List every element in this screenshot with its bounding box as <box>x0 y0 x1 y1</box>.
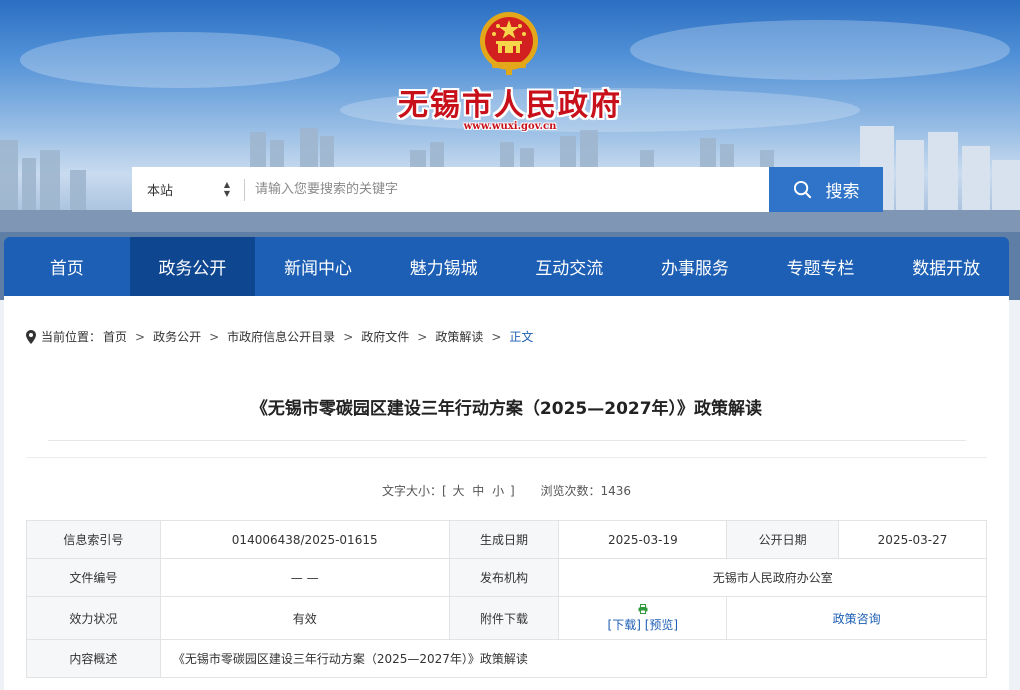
table-row: 内容概述 《无锡市零碳园区建设三年行动方案（2025—2027年）》政策解读 <box>26 639 988 678</box>
font-size-large[interactable]: 大 <box>452 484 464 498</box>
issuer-label: 发布机构 <box>448 558 560 597</box>
breadcrumb-current: 正文 <box>509 330 534 344</box>
issuer-value: 无锡市人民政府办公室 <box>558 558 987 597</box>
breadcrumb-policy-interpretation[interactable]: 政策解读 <box>435 328 483 345</box>
chevron-right-icon: > <box>491 329 502 344</box>
main-content: 当前位置： 首页 > 政务公开 > 市政府信息公开目录 > 政府文件 > 政策解… <box>4 296 1009 690</box>
nav-item-gov-affairs[interactable]: 政务公开 <box>129 237 256 296</box>
search-button-label: 搜索 <box>825 182 860 202</box>
divider <box>26 457 987 458</box>
preview-link[interactable]: [预览] <box>645 618 678 632</box>
attachment-label: 附件下载 <box>448 596 560 640</box>
main-nav: 首页 政务公开 新闻中心 魅力锡城 互动交流 办事服务 专题专栏 数据开放 <box>4 237 1009 296</box>
views-count: 1436 <box>600 484 632 498</box>
breadcrumb-home[interactable]: 首页 <box>103 328 127 345</box>
font-size-close: ] <box>509 484 515 498</box>
nav-item-interaction[interactable]: 互动交流 <box>507 237 633 296</box>
national-emblem-icon <box>480 12 538 75</box>
table-row: 信息索引号 014006438/2025-01615 生成日期 2025-03-… <box>26 520 987 559</box>
search-box: 本站 ▲ ▼ <box>132 167 769 212</box>
search-scope-value: 本站 <box>147 184 174 199</box>
summary-value: 《无锡市零碳园区建设三年行动方案（2025—2027年）》政策解读 <box>159 639 988 678</box>
search-input[interactable] <box>245 167 769 212</box>
created-value: 2025-03-19 <box>558 520 728 559</box>
site-url: www.wuxi.gov.cn <box>463 121 557 132</box>
font-size-medium[interactable]: 中 <box>472 484 484 498</box>
document-info-table: 信息索引号 014006438/2025-01615 生成日期 2025-03-… <box>26 520 988 678</box>
breadcrumb-gov-affairs[interactable]: 政务公开 <box>153 328 201 345</box>
views-label: 浏览次数： <box>540 484 601 498</box>
document-title: 《无锡市零碳园区建设三年行动方案（2025—2027年）》政策解读 <box>250 399 763 419</box>
published-label: 公开日期 <box>726 520 840 559</box>
site-title: 无锡市人民政府 <box>398 88 622 123</box>
breadcrumb: 当前位置： 首页 > 政务公开 > 市政府信息公开目录 > 政府文件 > 政策解… <box>26 328 533 345</box>
font-size-label: 文字大小：[ <box>381 484 447 498</box>
nav-item-services[interactable]: 办事服务 <box>632 237 758 296</box>
nav-item-topics[interactable]: 专题专栏 <box>758 237 884 296</box>
nav-item-home[interactable]: 首页 <box>4 237 130 296</box>
font-size-small[interactable]: 小 <box>492 484 504 498</box>
print-icon <box>638 603 648 614</box>
validity-value: 有效 <box>159 596 450 640</box>
chevron-right-icon: > <box>343 329 354 344</box>
updown-arrow-icon: ▲ ▼ <box>223 180 230 198</box>
index-value: 014006438/2025-01615 <box>159 520 450 559</box>
search-scope-select[interactable]: 本站 ▲ ▼ <box>132 167 244 212</box>
divider <box>48 440 966 441</box>
download-link[interactable]: [下载] <box>608 618 641 632</box>
index-label: 信息索引号 <box>26 520 161 559</box>
consult-cell: 政策咨询 <box>726 596 987 640</box>
search-bar: 本站 ▲▼ 搜索 <box>132 167 883 212</box>
validity-label: 效力状况 <box>26 596 161 640</box>
created-label: 生成日期 <box>448 520 560 559</box>
location-pin-icon <box>26 329 36 344</box>
attachment-cell: [下载] [预览] <box>558 596 728 640</box>
chevron-right-icon: > <box>209 329 220 344</box>
breadcrumb-info-catalog[interactable]: 市政府信息公开目录 <box>227 328 335 345</box>
breadcrumb-gov-documents[interactable]: 政府文件 <box>361 328 409 345</box>
search-button[interactable]: 搜索 <box>769 167 883 212</box>
table-row: 效力状况 有效 附件下载 [下载] [预览] 政策咨询 <box>26 596 987 640</box>
docno-label: 文件编号 <box>26 558 161 597</box>
nav-item-open-data[interactable]: 数据开放 <box>883 237 1009 296</box>
search-icon <box>793 180 811 199</box>
chevron-right-icon: > <box>135 329 146 344</box>
published-value: 2025-03-27 <box>838 520 987 559</box>
policy-consult-link[interactable]: 政策咨询 <box>833 612 881 626</box>
docno-value: — — <box>159 558 450 597</box>
breadcrumb-prefix: 当前位置： <box>41 330 102 344</box>
nav-item-news[interactable]: 新闻中心 <box>255 237 381 296</box>
summary-label: 内容概述 <box>26 639 161 678</box>
nav-item-city-charm[interactable]: 魅力锡城 <box>381 237 507 296</box>
document-meta: 文字大小：[ 大 中 小 ] 浏览次数：1436 <box>4 482 1009 499</box>
chevron-right-icon: > <box>417 329 428 344</box>
table-row: 文件编号 — — 发布机构 无锡市人民政府办公室 <box>26 558 987 597</box>
